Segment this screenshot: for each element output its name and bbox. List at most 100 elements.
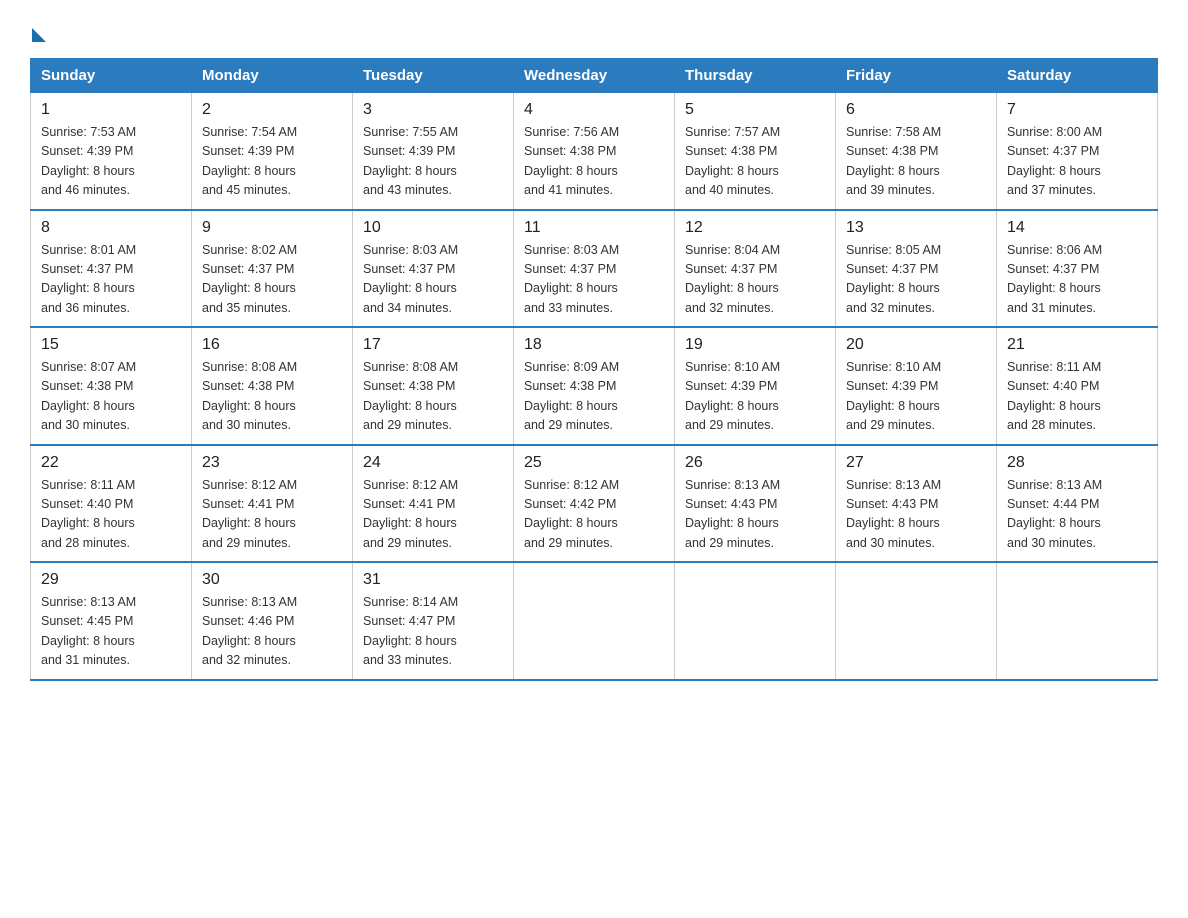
day-number: 2 — [202, 101, 342, 119]
day-info: Sunrise: 8:10 AMSunset: 4:39 PMDaylight:… — [685, 358, 825, 436]
day-cell: 4 Sunrise: 7:56 AMSunset: 4:38 PMDaylight… — [514, 93, 675, 210]
day-cell: 5Sunrise: 7:57 AMSunset: 4:38 PMDaylight… — [675, 93, 836, 210]
day-cell: 10 Sunrise: 8:03 AMSunset: 4:37 PMDayligh… — [353, 210, 514, 328]
day-info: Sunrise: 8:07 AMSunset: 4:38 PMDaylight:… — [41, 358, 181, 436]
day-cell: 1 Sunrise: 7:53 AMSunset: 4:39 PMDaylight… — [31, 93, 192, 210]
day-number: 25 — [524, 454, 664, 472]
day-info: Sunrise: 7:56 AMSunset: 4:38 PMDaylight:… — [524, 123, 664, 201]
day-cell: 6 Sunrise: 7:58 AMSunset: 4:38 PMDaylight… — [836, 93, 997, 210]
day-cell: 7 Sunrise: 8:00 AMSunset: 4:37 PMDaylight… — [997, 93, 1158, 210]
day-number: 26 — [685, 454, 825, 472]
week-row-5: 29 Sunrise: 8:13 AMSunset: 4:45 PMDayligh… — [31, 562, 1158, 680]
day-info: Sunrise: 8:01 AMSunset: 4:37 PMDaylight:… — [41, 241, 181, 319]
day-cell: 16 Sunrise: 8:08 AMSunset: 4:38 PMDayligh… — [192, 327, 353, 445]
day-cell: 17Sunrise: 8:08 AMSunset: 4:38 PMDayligh… — [353, 327, 514, 445]
day-number: 18 — [524, 336, 664, 354]
day-info: Sunrise: 8:04 AMSunset: 4:37 PMDaylight:… — [685, 241, 825, 319]
day-number: 8 — [41, 219, 181, 237]
day-cell: 28Sunrise: 8:13 AMSunset: 4:44 PMDayligh… — [997, 445, 1158, 563]
day-number: 1 — [41, 101, 181, 119]
day-cell: 26 Sunrise: 8:13 AMSunset: 4:43 PMDayligh… — [675, 445, 836, 563]
week-row-1: 1 Sunrise: 7:53 AMSunset: 4:39 PMDaylight… — [31, 93, 1158, 210]
day-info: Sunrise: 8:11 AMSunset: 4:40 PMDaylight:… — [41, 476, 181, 554]
day-cell: 25 Sunrise: 8:12 AMSunset: 4:42 PMDayligh… — [514, 445, 675, 563]
day-number: 16 — [202, 336, 342, 354]
day-info: Sunrise: 8:08 AMSunset: 4:38 PMDaylight:… — [363, 358, 503, 436]
day-info: Sunrise: 8:12 AMSunset: 4:42 PMDaylight:… — [524, 476, 664, 554]
day-cell: 18 Sunrise: 8:09 AMSunset: 4:38 PMDayligh… — [514, 327, 675, 445]
day-info: Sunrise: 8:06 AMSunset: 4:37 PMDaylight:… — [1007, 241, 1147, 319]
header-thursday: Thursday — [675, 59, 836, 93]
day-info: Sunrise: 8:13 AMSunset: 4:44 PMDaylight:… — [1007, 476, 1147, 554]
day-number: 24 — [363, 454, 503, 472]
day-number: 21 — [1007, 336, 1147, 354]
day-cell: 19 Sunrise: 8:10 AMSunset: 4:39 PMDayligh… — [675, 327, 836, 445]
day-info: Sunrise: 8:10 AMSunset: 4:39 PMDaylight:… — [846, 358, 986, 436]
day-cell: 21 Sunrise: 8:11 AMSunset: 4:40 PMDayligh… — [997, 327, 1158, 445]
day-number: 29 — [41, 571, 181, 589]
day-cell — [675, 562, 836, 680]
day-number: 19 — [685, 336, 825, 354]
header-wednesday: Wednesday — [514, 59, 675, 93]
day-number: 30 — [202, 571, 342, 589]
day-cell: 30Sunrise: 8:13 AMSunset: 4:46 PMDayligh… — [192, 562, 353, 680]
day-cell: 29 Sunrise: 8:13 AMSunset: 4:45 PMDayligh… — [31, 562, 192, 680]
day-info: Sunrise: 8:09 AMSunset: 4:38 PMDaylight:… — [524, 358, 664, 436]
day-cell: 3 Sunrise: 7:55 AMSunset: 4:39 PMDaylight… — [353, 93, 514, 210]
day-cell: 20 Sunrise: 8:10 AMSunset: 4:39 PMDayligh… — [836, 327, 997, 445]
day-cell: 2 Sunrise: 7:54 AMSunset: 4:39 PMDaylight… — [192, 93, 353, 210]
header-friday: Friday — [836, 59, 997, 93]
day-number: 15 — [41, 336, 181, 354]
day-number: 11 — [524, 219, 664, 237]
calendar-table: SundayMondayTuesdayWednesdayThursdayFrid… — [30, 58, 1158, 681]
day-info: Sunrise: 8:08 AMSunset: 4:38 PMDaylight:… — [202, 358, 342, 436]
day-cell: 14 Sunrise: 8:06 AMSunset: 4:37 PMDayligh… — [997, 210, 1158, 328]
week-row-4: 22 Sunrise: 8:11 AMSunset: 4:40 PMDayligh… — [31, 445, 1158, 563]
day-info: Sunrise: 8:14 AMSunset: 4:47 PMDaylight:… — [363, 593, 503, 671]
day-number: 3 — [363, 101, 503, 119]
day-number: 6 — [846, 101, 986, 119]
day-number: 4 — [524, 101, 664, 119]
day-info: Sunrise: 7:54 AMSunset: 4:39 PMDaylight:… — [202, 123, 342, 201]
day-number: 9 — [202, 219, 342, 237]
day-number: 20 — [846, 336, 986, 354]
day-info: Sunrise: 8:03 AMSunset: 4:37 PMDaylight:… — [363, 241, 503, 319]
day-info: Sunrise: 7:58 AMSunset: 4:38 PMDaylight:… — [846, 123, 986, 201]
day-number: 7 — [1007, 101, 1147, 119]
day-cell: 13 Sunrise: 8:05 AMSunset: 4:37 PMDayligh… — [836, 210, 997, 328]
day-number: 23 — [202, 454, 342, 472]
day-number: 14 — [1007, 219, 1147, 237]
week-row-2: 8 Sunrise: 8:01 AMSunset: 4:37 PMDaylight… — [31, 210, 1158, 328]
day-number: 13 — [846, 219, 986, 237]
day-info: Sunrise: 8:13 AMSunset: 4:43 PMDaylight:… — [846, 476, 986, 554]
day-cell: 8 Sunrise: 8:01 AMSunset: 4:37 PMDaylight… — [31, 210, 192, 328]
day-info: Sunrise: 8:11 AMSunset: 4:40 PMDaylight:… — [1007, 358, 1147, 436]
day-cell: 24 Sunrise: 8:12 AMSunset: 4:41 PMDayligh… — [353, 445, 514, 563]
day-cell — [514, 562, 675, 680]
day-number: 12 — [685, 219, 825, 237]
day-number: 22 — [41, 454, 181, 472]
day-cell: 9 Sunrise: 8:02 AMSunset: 4:37 PMDaylight… — [192, 210, 353, 328]
day-info: Sunrise: 7:53 AMSunset: 4:39 PMDaylight:… — [41, 123, 181, 201]
day-number: 5 — [685, 101, 825, 119]
day-info: Sunrise: 8:13 AMSunset: 4:43 PMDaylight:… — [685, 476, 825, 554]
day-cell: 27 Sunrise: 8:13 AMSunset: 4:43 PMDayligh… — [836, 445, 997, 563]
day-info: Sunrise: 8:02 AMSunset: 4:37 PMDaylight:… — [202, 241, 342, 319]
day-info: Sunrise: 8:12 AMSunset: 4:41 PMDaylight:… — [363, 476, 503, 554]
day-cell: 15 Sunrise: 8:07 AMSunset: 4:38 PMDayligh… — [31, 327, 192, 445]
day-info: Sunrise: 8:00 AMSunset: 4:37 PMDaylight:… — [1007, 123, 1147, 201]
days-header-row: SundayMondayTuesdayWednesdayThursdayFrid… — [31, 59, 1158, 93]
day-number: 31 — [363, 571, 503, 589]
day-info: Sunrise: 8:13 AMSunset: 4:45 PMDaylight:… — [41, 593, 181, 671]
day-cell — [997, 562, 1158, 680]
day-cell: 23 Sunrise: 8:12 AMSunset: 4:41 PMDayligh… — [192, 445, 353, 563]
day-info: Sunrise: 8:12 AMSunset: 4:41 PMDaylight:… — [202, 476, 342, 554]
day-cell: 11Sunrise: 8:03 AMSunset: 4:37 PMDayligh… — [514, 210, 675, 328]
day-number: 27 — [846, 454, 986, 472]
day-cell: 22 Sunrise: 8:11 AMSunset: 4:40 PMDayligh… — [31, 445, 192, 563]
day-number: 10 — [363, 219, 503, 237]
logo — [30, 24, 46, 40]
day-cell — [836, 562, 997, 680]
day-info: Sunrise: 8:05 AMSunset: 4:37 PMDaylight:… — [846, 241, 986, 319]
day-info: Sunrise: 7:55 AMSunset: 4:39 PMDaylight:… — [363, 123, 503, 201]
